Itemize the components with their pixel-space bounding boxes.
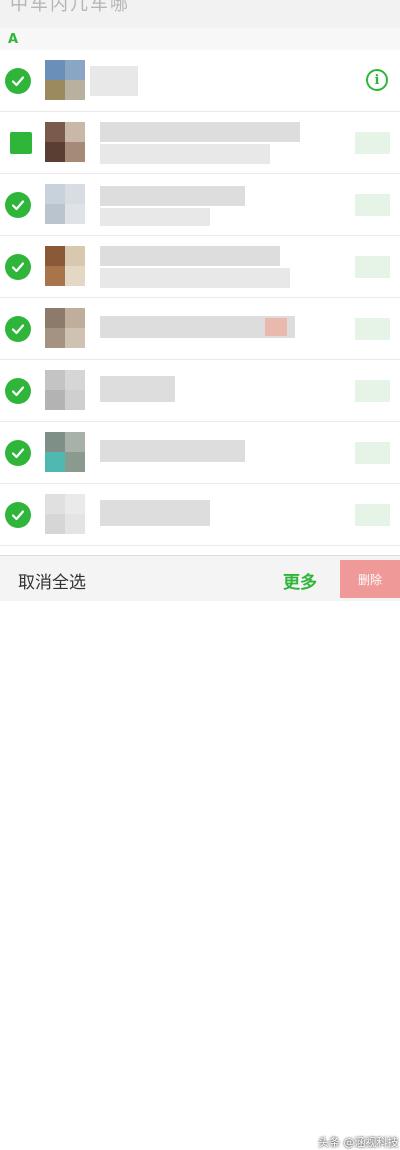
contact-row[interactable] (0, 174, 400, 236)
contact-action-blurred (355, 442, 390, 464)
watermark: 头条 @涵视科技 (318, 1136, 399, 1149)
checkmark-icon[interactable] (5, 440, 31, 466)
contact-action-blurred (355, 194, 390, 216)
checkmark-icon[interactable] (5, 378, 31, 404)
contact-action-blurred (355, 380, 390, 402)
bottom-action-bar: 取消全选 更多 删除 头条 @涵视科技 (0, 555, 400, 1149)
contact-name-blurred (100, 122, 300, 142)
contact-row[interactable] (0, 484, 400, 546)
contact-action-blurred (355, 256, 390, 278)
cancel-select-all-button[interactable]: 取消全选 (18, 568, 86, 593)
contact-action-blurred (355, 132, 390, 154)
checkmark-icon[interactable] (5, 192, 31, 218)
contact-row[interactable] (0, 360, 400, 422)
contact-row[interactable] (0, 236, 400, 298)
avatar (45, 184, 85, 224)
contact-action-blurred (355, 504, 390, 526)
avatar (45, 494, 85, 534)
checkmark-icon[interactable] (5, 254, 31, 280)
checkmark-icon[interactable] (5, 316, 31, 342)
contact-name-blurred (90, 66, 138, 96)
checkmark-icon[interactable] (5, 68, 31, 94)
contact-action-blurred (355, 318, 390, 340)
top-search-area: 中车内几车哪 (0, 0, 400, 29)
section-header: A (0, 28, 400, 50)
contact-row[interactable]: i (0, 50, 400, 112)
more-button[interactable]: 更多 (283, 568, 317, 593)
avatar (45, 308, 85, 348)
avatar (45, 122, 85, 162)
contact-name-blurred (100, 376, 175, 402)
contact-name-blurred (100, 500, 210, 526)
contact-row[interactable] (0, 112, 400, 174)
contact-detail-blurred (100, 208, 210, 226)
contact-list[interactable]: i (0, 50, 400, 546)
checkmark-icon[interactable] (10, 132, 32, 154)
avatar (45, 60, 85, 100)
contact-row[interactable] (0, 298, 400, 360)
avatar (45, 370, 85, 410)
contact-row[interactable] (0, 422, 400, 484)
header-title: 中车内几车哪 (10, 0, 130, 15)
checkmark-icon[interactable] (5, 502, 31, 528)
avatar (45, 432, 85, 472)
contact-detail-blurred (100, 144, 270, 164)
section-letter: A (8, 32, 19, 47)
delete-button[interactable]: 删除 (340, 560, 400, 598)
contact-name-blurred (100, 186, 245, 206)
contact-detail-blurred (100, 268, 290, 288)
contact-name-accent-blurred (265, 318, 287, 336)
info-icon[interactable]: i (366, 69, 388, 91)
contact-name-blurred (100, 440, 245, 462)
avatar (45, 246, 85, 286)
contact-name-blurred (100, 246, 280, 266)
